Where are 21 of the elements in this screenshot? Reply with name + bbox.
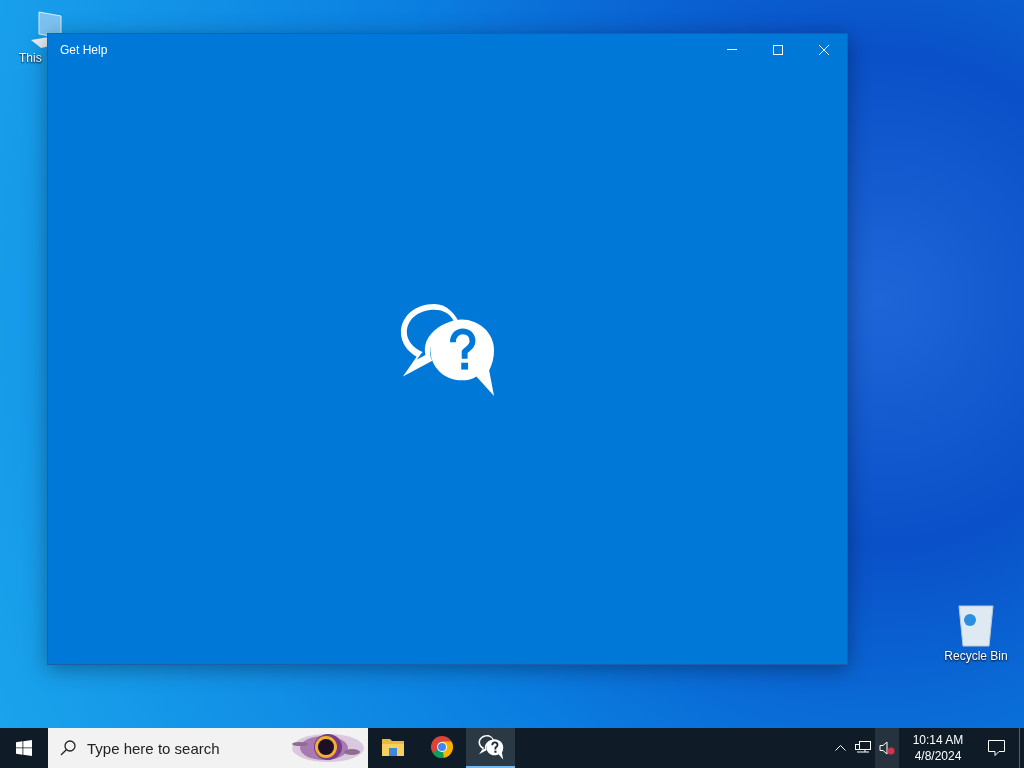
maximize-icon bbox=[773, 44, 783, 55]
minimize-icon bbox=[727, 49, 737, 50]
recycle-bin-icon bbox=[956, 602, 996, 648]
folder-icon bbox=[380, 737, 405, 757]
network-icon bbox=[855, 741, 871, 755]
windows-icon bbox=[16, 740, 32, 756]
close-icon bbox=[819, 44, 829, 55]
chevron-up-icon bbox=[834, 745, 846, 751]
clock-date: 4/8/2024 bbox=[914, 748, 962, 764]
volume-button[interactable] bbox=[875, 728, 899, 768]
desktop-icon-label[interactable]: This bbox=[19, 52, 42, 64]
help-chat-icon bbox=[477, 734, 504, 760]
taskbar-app-button[interactable] bbox=[466, 728, 515, 768]
window-title: Get Help bbox=[60, 41, 109, 59]
clock[interactable]: 10:14 AM 4/8/2024 bbox=[903, 728, 973, 768]
desktop-icon-label[interactable]: Recycle Bin bbox=[944, 650, 1008, 662]
clock-time: 10:14 AM bbox=[912, 732, 964, 748]
browser-icon bbox=[429, 735, 454, 759]
notification-icon bbox=[987, 740, 1005, 756]
search-icon bbox=[60, 740, 76, 756]
speaker-muted-icon bbox=[879, 741, 895, 755]
